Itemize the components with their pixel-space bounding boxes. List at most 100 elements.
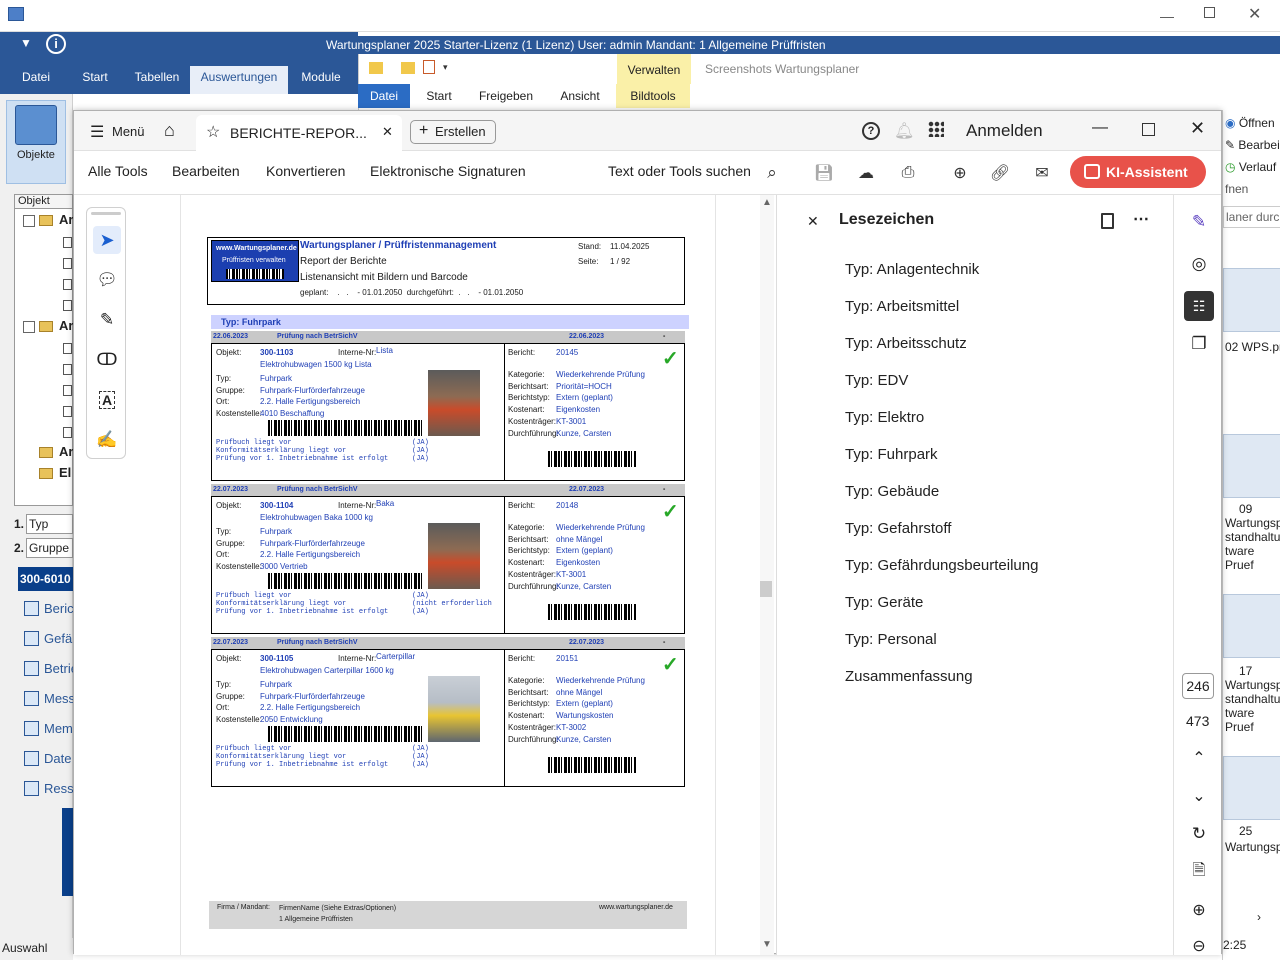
panel-resize-handle[interactable] (760, 581, 772, 597)
open-action[interactable]: ◉ Öffnen (1225, 116, 1275, 130)
bookmark-item[interactable]: Typ: Fuhrpark (845, 446, 938, 463)
scroll-right-icon[interactable]: › (1257, 910, 1261, 924)
bell-icon[interactable]: 🔔︎ (894, 121, 914, 141)
home-icon[interactable]: ⌂ (164, 120, 175, 141)
file-thumbnail[interactable] (1223, 268, 1280, 332)
minimize-icon[interactable]: — (1092, 119, 1108, 137)
app-tab-start[interactable]: Start (74, 66, 116, 94)
close-icon[interactable]: ✕ (1248, 4, 1261, 24)
tool-edit[interactable]: Bearbeiten (172, 163, 240, 179)
left-item-messung[interactable]: Mess (18, 686, 73, 712)
document-scrollbar[interactable]: ▲ ▼ (760, 195, 774, 955)
create-button[interactable]: + Erstellen (410, 120, 496, 144)
export-page-icon[interactable]: 🗎︎ (1186, 859, 1212, 885)
text-tool[interactable]: A (93, 386, 121, 414)
tree-toggle-icon[interactable] (23, 321, 35, 333)
menu-icon[interactable]: ☰ (90, 122, 104, 142)
history-action[interactable]: ◷ Verlauf (1225, 160, 1276, 174)
select-tool[interactable]: ➤ (93, 226, 121, 254)
bookmark-item[interactable]: Typ: Arbeitsmittel (845, 298, 959, 315)
page-down-icon[interactable]: ⌄ (1186, 783, 1212, 809)
edit-pdf-icon[interactable]: ✎ (1186, 209, 1212, 235)
rotate-icon[interactable]: ↻ (1186, 821, 1212, 847)
star-icon[interactable]: ☆ (206, 122, 220, 142)
bookmark-item[interactable]: Typ: Geräte (845, 594, 923, 611)
edit-action[interactable]: ✎ Bearbei (1225, 138, 1280, 152)
more-options-icon[interactable]: ⋯ (1133, 209, 1149, 229)
bookmark-item[interactable]: Typ: Gefährdungsbeurteilung (845, 557, 1038, 574)
link-icon[interactable]: 🔗︎ (988, 161, 1012, 185)
dropdown-icon[interactable]: ▼ (20, 36, 32, 50)
search-box[interactable]: laner durch (1223, 206, 1280, 228)
minimize-icon[interactable]: — (1160, 8, 1174, 24)
tool-e-signatures[interactable]: Elektronische Signaturen (370, 163, 526, 179)
left-item-gefaehrdung[interactable]: Gefäh (18, 626, 73, 652)
comments-icon[interactable]: ◎ (1186, 251, 1212, 277)
app-tab-auswertungen[interactable]: Auswertungen (190, 66, 288, 94)
print-icon[interactable]: ⎙ (896, 161, 920, 185)
bookmark-item[interactable]: Typ: Personal (845, 631, 937, 648)
mail-icon[interactable]: ✉ (1030, 161, 1054, 185)
info-icon[interactable]: i (46, 34, 66, 54)
help-icon[interactable]: ? (862, 122, 880, 140)
page-up-icon[interactable]: ⌃ (1186, 745, 1212, 771)
explorer-tab-start[interactable]: Start (414, 84, 464, 108)
objekte-button[interactable]: Objekte (6, 100, 66, 184)
ai-assistant-button[interactable]: KI-Assistent (1070, 156, 1206, 188)
verwalten-tab[interactable]: Verwalten (617, 54, 691, 84)
filter-1-field[interactable]: Typ (26, 514, 73, 534)
app-tab-datei[interactable]: Datei (14, 66, 58, 94)
close-tab-icon[interactable]: ✕ (382, 124, 393, 140)
bookmark-item[interactable]: Typ: Anlagentechnik (845, 261, 979, 278)
comment-tool[interactable]: 💬︎ (93, 266, 121, 294)
bookmarks-icon[interactable]: ☷ (1184, 291, 1214, 321)
file-thumbnail[interactable] (1223, 756, 1280, 820)
explorer-tab-ansicht[interactable]: Ansicht (552, 84, 608, 108)
tree-node[interactable]: Ar (59, 444, 73, 459)
bookmark-item[interactable]: Typ: EDV (845, 372, 908, 389)
file-thumbnail[interactable] (1223, 594, 1280, 658)
left-item-dateien[interactable]: Date (18, 746, 73, 772)
tree-toggle-icon[interactable] (23, 215, 35, 227)
bookmark-item[interactable]: Typ: Arbeitsschutz (845, 335, 967, 352)
page-number-input[interactable]: 246 (1182, 673, 1214, 699)
dropdown-icon[interactable]: ▾ (443, 62, 448, 73)
zoom-in-icon[interactable]: ⊕ (1186, 897, 1212, 923)
close-panel-icon[interactable]: ✕ (807, 213, 819, 230)
save-icon[interactable]: 💾︎ (812, 161, 836, 185)
tree-node[interactable]: Ar (59, 212, 73, 227)
bookmark-item[interactable]: Typ: Elektro (845, 409, 924, 426)
share-icon[interactable]: ⊕ (948, 161, 972, 185)
left-item-memo[interactable]: Mem (18, 716, 73, 742)
scroll-up-icon[interactable]: ▲ (762, 197, 772, 208)
file-thumbnail[interactable] (1223, 434, 1280, 498)
bookmark-item[interactable]: Typ: Gebäude (845, 483, 939, 500)
tree-node[interactable]: El (59, 465, 71, 480)
left-item-ressourcen[interactable]: Ress (18, 776, 73, 802)
document-tab[interactable]: ☆ BERICHTE-REPOR... ✕ (196, 115, 402, 151)
sign-tool[interactable]: ✍ (93, 426, 121, 454)
zoom-out-icon[interactable]: ⊖ (1186, 933, 1212, 959)
bookmark-item[interactable]: Typ: Gefahrstoff (845, 520, 951, 537)
tools-grip[interactable] (91, 212, 121, 215)
tool-convert[interactable]: Konvertieren (266, 163, 345, 179)
tree-node[interactable]: Ar (59, 318, 73, 333)
maximize-icon[interactable] (1142, 123, 1155, 136)
app-tab-tabellen[interactable]: Tabellen (128, 66, 186, 94)
maximize-icon[interactable] (1204, 7, 1215, 18)
app-tab-module[interactable]: Module (294, 66, 348, 94)
login-button[interactable]: Anmelden (966, 121, 1043, 141)
pages-icon[interactable]: ❐ (1186, 331, 1212, 357)
explorer-tab-datei[interactable]: Datei (358, 84, 410, 108)
apps-icon[interactable] (928, 121, 944, 137)
tool-all-tools[interactable]: Alle Tools (88, 163, 148, 179)
explorer-tab-bildtools[interactable]: Bildtools (616, 84, 690, 108)
close-icon[interactable]: ✕ (1190, 118, 1205, 139)
menu-label[interactable]: Menü (112, 124, 145, 139)
explorer-tab-freigeben[interactable]: Freigeben (470, 84, 542, 108)
filter-2-field[interactable]: Gruppe (26, 538, 73, 558)
search-icon[interactable]: ⌕ (760, 161, 784, 185)
object-tree[interactable]: Objekt Ar Ar Ar El (14, 194, 73, 506)
tool-search-label[interactable]: Text oder Tools suchen (608, 163, 751, 179)
highlight-tool[interactable]: ✎ (93, 306, 121, 334)
